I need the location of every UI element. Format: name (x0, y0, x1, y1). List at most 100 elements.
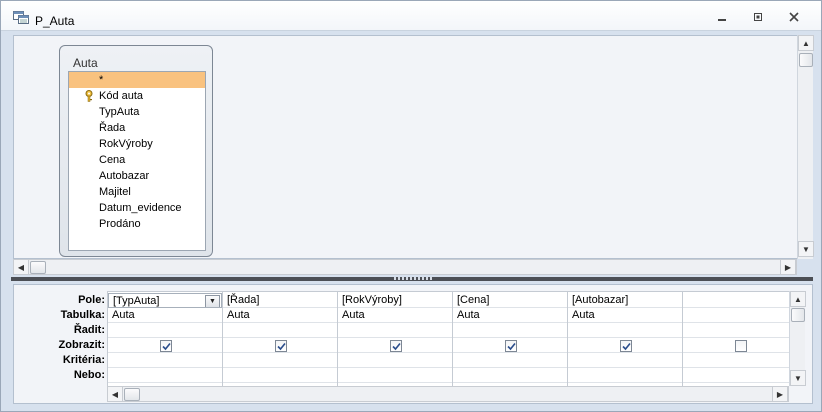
field-cell[interactable] (683, 293, 790, 308)
grid-column: [Autobazar] Auta (568, 292, 683, 387)
field-list-item[interactable]: Prodáno (69, 216, 205, 232)
table-field-list-auta[interactable]: Auta * Kód auta TypAuta Řada RokVýroby C… (59, 45, 213, 257)
row-label-table: Tabulka: (60, 309, 105, 321)
arrow-up-icon: ▲ (794, 294, 802, 304)
sort-cell[interactable] (568, 323, 682, 338)
scroll-up-button[interactable]: ▲ (798, 35, 814, 51)
row-label-sort: Řadit: (73, 324, 105, 336)
table-pane-horizontal-scrollbar[interactable]: ◀ ▶ (13, 259, 797, 275)
scroll-left-button[interactable]: ◀ (13, 259, 29, 275)
table-cell[interactable]: Auta (568, 308, 682, 323)
row-label-show: Zobrazit: (58, 339, 105, 351)
field-list-item-key[interactable]: Kód auta (69, 88, 205, 104)
criteria-cell[interactable] (338, 353, 452, 368)
field-list-item[interactable]: Autobazar (69, 168, 205, 184)
show-checkbox-unchecked[interactable] (735, 340, 747, 352)
field-list-item[interactable]: * (69, 72, 205, 88)
field-cell[interactable]: [RokVýroby] (338, 293, 452, 308)
row-label-criteria: Kritéria: (62, 354, 105, 366)
design-grid: [TypAuta] ▼ Auta [Řada] Auta [RokVýroby]… (107, 291, 790, 387)
table-pane-vertical-scrollbar[interactable]: ▲ ▼ (797, 35, 814, 259)
close-button[interactable] (783, 10, 805, 26)
scroll-down-button[interactable]: ▼ (798, 241, 814, 257)
title-bar[interactable]: P_Auta (1, 1, 821, 31)
grid-vertical-scrollbar[interactable]: ▲ ▼ (789, 291, 806, 386)
scroll-thumb[interactable] (791, 308, 805, 322)
sort-cell[interactable] (338, 323, 452, 338)
query-design-window: P_Auta Auta * Kód auta TypAuta Řada RokV… (0, 0, 822, 412)
scroll-right-button[interactable]: ▶ (772, 386, 788, 402)
show-cell (108, 338, 222, 353)
field-list-item[interactable]: Řada (69, 120, 205, 136)
field-cell[interactable]: [TypAuta] ▼ (108, 293, 222, 308)
checkmark-icon (621, 342, 631, 350)
field-cell[interactable]: [Autobazar] (568, 293, 682, 308)
table-cell[interactable]: Auta (453, 308, 567, 323)
field-list-title: Auta (73, 56, 98, 70)
field-dropdown-button[interactable]: ▼ (205, 295, 220, 307)
criteria-cell[interactable] (683, 353, 790, 368)
field-label: Řada (99, 122, 126, 134)
scroll-thumb[interactable] (799, 53, 813, 67)
query-design-icon (13, 11, 29, 24)
table-cell[interactable] (683, 308, 790, 323)
row-label-or: Nebo: (73, 369, 105, 381)
or-cell[interactable] (683, 368, 790, 383)
or-cell[interactable] (568, 368, 682, 383)
sort-cell[interactable] (223, 323, 337, 338)
minimize-icon (717, 11, 727, 25)
field-list-item[interactable]: Majitel (69, 184, 205, 200)
scroll-up-button[interactable]: ▲ (790, 291, 806, 307)
criteria-cell[interactable] (568, 353, 682, 368)
scroll-thumb[interactable] (124, 388, 140, 401)
or-cell[interactable] (108, 368, 222, 383)
or-cell[interactable] (223, 368, 337, 383)
field-label: Kód auta (99, 90, 144, 102)
criteria-cell[interactable] (223, 353, 337, 368)
field-list-item[interactable]: RokVýroby (69, 136, 205, 152)
field-cell[interactable]: [Řada] (223, 293, 337, 308)
arrow-down-icon: ▼ (802, 244, 810, 254)
grid-horizontal-scrollbar[interactable]: ◀ ▶ (107, 386, 789, 402)
grid-column-empty (683, 292, 790, 387)
field-value: [TypAuta] (113, 295, 160, 307)
checkmark-icon (506, 342, 516, 350)
table-cell[interactable]: Auta (223, 308, 337, 323)
show-checkbox[interactable] (505, 340, 517, 352)
chevron-down-icon: ▼ (209, 298, 216, 305)
or-cell[interactable] (453, 368, 567, 383)
field-list-item[interactable]: TypAuta (69, 104, 205, 120)
sort-cell[interactable] (453, 323, 567, 338)
show-cell (223, 338, 337, 353)
minimize-button[interactable] (711, 10, 733, 26)
criteria-cell[interactable] (108, 353, 222, 368)
field-label: TypAuta (99, 106, 140, 118)
arrow-left-icon: ◀ (17, 262, 25, 272)
field-list-item[interactable]: Datum_evidence (69, 200, 205, 216)
restore-button[interactable] (747, 10, 769, 26)
scroll-right-button[interactable]: ▶ (780, 259, 796, 275)
field-list-item[interactable]: Cena (69, 152, 205, 168)
field-label: Datum_evidence (99, 202, 182, 214)
field-label: Autobazar (99, 170, 150, 182)
primary-key-icon (84, 90, 94, 102)
grid-column: [RokVýroby] Auta (338, 292, 453, 387)
checkmark-icon (391, 342, 401, 350)
table-cell[interactable]: Auta (338, 308, 452, 323)
sort-cell[interactable] (683, 323, 790, 338)
table-cell[interactable]: Auta (108, 308, 222, 323)
show-checkbox[interactable] (160, 340, 172, 352)
or-cell[interactable] (338, 368, 452, 383)
criteria-cell[interactable] (453, 353, 567, 368)
window-title: P_Auta (35, 14, 75, 28)
scroll-down-button[interactable]: ▼ (790, 370, 806, 386)
show-cell (453, 338, 567, 353)
scroll-thumb[interactable] (30, 261, 46, 274)
show-checkbox[interactable] (620, 340, 632, 352)
sort-cell[interactable] (108, 323, 222, 338)
show-checkbox[interactable] (275, 340, 287, 352)
splitter-grip-icon[interactable] (394, 277, 432, 280)
show-checkbox[interactable] (390, 340, 402, 352)
field-cell[interactable]: [Cena] (453, 293, 567, 308)
scroll-left-button[interactable]: ◀ (107, 386, 123, 402)
